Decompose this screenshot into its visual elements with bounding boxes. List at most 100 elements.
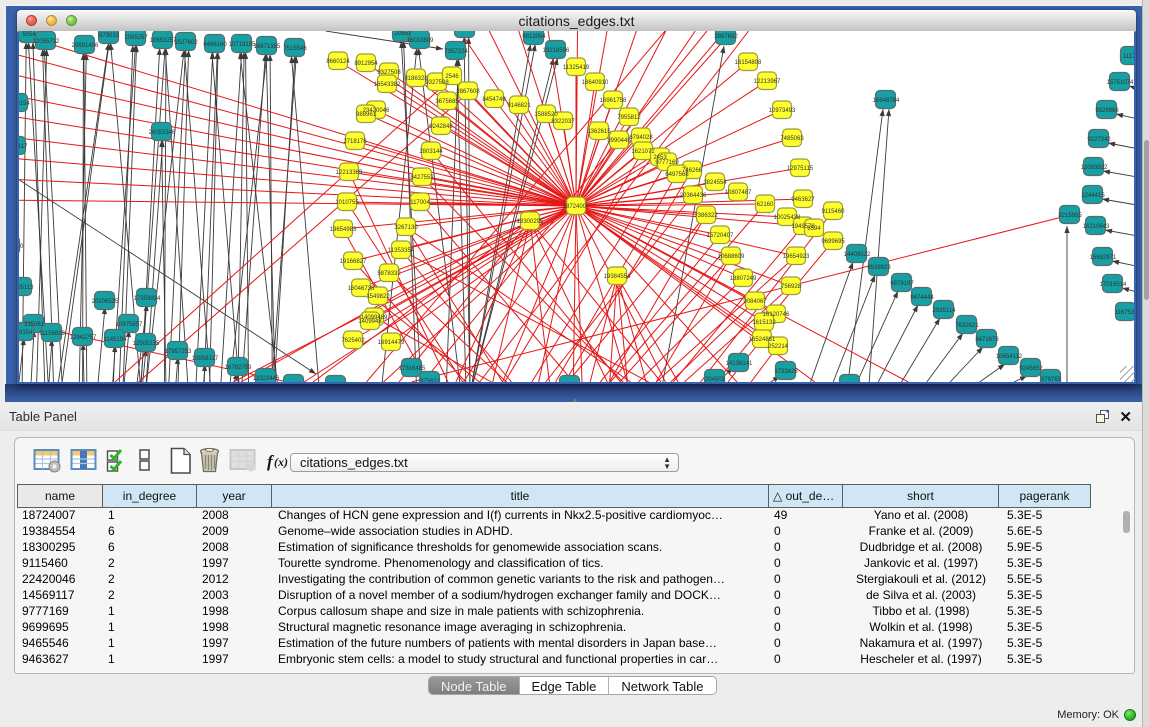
svg-text:10654112: 10654112 xyxy=(996,354,1023,360)
svg-text:8938923: 8938923 xyxy=(867,265,891,271)
svg-text:2935114: 2935114 xyxy=(933,308,957,314)
svg-text:12093822: 12093822 xyxy=(1081,165,1108,171)
svg-text:1409948: 1409948 xyxy=(358,319,382,325)
svg-text:10025438: 10025438 xyxy=(774,215,801,221)
svg-text:9474444: 9474444 xyxy=(910,295,934,301)
svg-text:17316485: 17316485 xyxy=(399,366,426,372)
svg-text:988961: 988961 xyxy=(356,112,377,118)
svg-text:8912954: 8912954 xyxy=(354,61,378,67)
svg-text:10958117: 10958117 xyxy=(192,356,219,362)
svg-text:2887682: 2887682 xyxy=(714,34,738,40)
svg-text:2718176: 2718176 xyxy=(343,139,367,145)
svg-text:12213369: 12213369 xyxy=(336,170,363,176)
svg-text:20364436: 20364436 xyxy=(680,193,707,199)
svg-text:2546: 2546 xyxy=(445,74,459,80)
svg-text:1615132: 1615132 xyxy=(752,320,776,326)
svg-text:11173: 11173 xyxy=(1123,54,1134,60)
svg-text:12323446: 12323446 xyxy=(253,376,280,382)
svg-text:2003154: 2003154 xyxy=(19,101,30,107)
svg-text:1167534: 1167534 xyxy=(1115,310,1134,316)
svg-text:16154808: 16154808 xyxy=(735,60,762,66)
svg-text:1145194: 1145194 xyxy=(104,337,128,343)
svg-text:335061: 335061 xyxy=(24,322,45,328)
svg-text:8813054: 8813054 xyxy=(522,34,546,40)
svg-text:6879197: 6879197 xyxy=(890,281,914,287)
svg-text:9777169: 9777169 xyxy=(655,160,679,166)
svg-text:879763: 879763 xyxy=(1041,377,1062,382)
svg-text:8594: 8594 xyxy=(807,226,821,232)
svg-text:204503: 204503 xyxy=(705,377,726,382)
svg-text:1588520: 1588520 xyxy=(534,112,558,118)
svg-text:19384554: 19384554 xyxy=(604,274,631,280)
svg-text:19218596: 19218596 xyxy=(543,48,570,54)
svg-text:1010755: 1010755 xyxy=(335,200,359,206)
svg-text:16648784: 16648784 xyxy=(873,98,900,104)
svg-text:7485063: 7485063 xyxy=(780,136,804,142)
svg-text:12942757: 12942757 xyxy=(70,335,97,341)
svg-text:16961758: 16961758 xyxy=(600,98,627,104)
svg-text:96021: 96021 xyxy=(457,31,474,33)
svg-text:19166827: 19166827 xyxy=(340,259,367,265)
svg-text:10688609: 10688609 xyxy=(718,254,745,260)
svg-text:11156829: 11156829 xyxy=(39,331,65,337)
svg-text:1733426: 1733426 xyxy=(774,369,798,375)
svg-text:6794028: 6794028 xyxy=(629,135,653,141)
svg-text:252214: 252214 xyxy=(768,344,789,350)
svg-text:16210643: 16210643 xyxy=(1083,224,1110,230)
svg-text:975612: 975612 xyxy=(420,379,441,382)
svg-text:20851: 20851 xyxy=(395,31,412,37)
svg-text:973019: 973019 xyxy=(99,33,120,39)
svg-text:1362615: 1362615 xyxy=(587,129,611,135)
svg-text:15751074: 15751074 xyxy=(1107,80,1134,86)
svg-text:19654923: 19654923 xyxy=(783,254,810,260)
svg-text:16524861: 16524861 xyxy=(749,337,776,343)
svg-text:9084067: 9084067 xyxy=(743,299,767,305)
svg-text:17016514: 17016514 xyxy=(1100,282,1127,288)
svg-text:17359934: 17359934 xyxy=(134,296,161,302)
svg-text:26266920: 26266920 xyxy=(19,244,24,250)
svg-text:5054: 5054 xyxy=(22,32,36,38)
svg-text:16914479: 16914479 xyxy=(378,340,405,346)
svg-text:20206535: 20206535 xyxy=(92,299,119,305)
svg-text:7955812: 7955812 xyxy=(617,115,641,121)
svg-text:18724007: 18724007 xyxy=(563,204,590,210)
svg-text:(x): (x) xyxy=(274,455,288,469)
svg-text:16033809: 16033809 xyxy=(407,38,434,44)
svg-text:1905113: 1905113 xyxy=(19,285,34,291)
svg-text:14136141: 14136141 xyxy=(726,361,753,367)
svg-text:12213967: 12213967 xyxy=(754,79,781,85)
svg-text:9327508: 9327508 xyxy=(425,80,449,86)
svg-text:18640910: 18640910 xyxy=(582,80,609,86)
svg-text:1244415: 1244415 xyxy=(1081,193,1105,199)
svg-text:10807487: 10807487 xyxy=(725,190,752,196)
svg-text:7632621: 7632621 xyxy=(955,323,979,329)
svg-text:9146821: 9146821 xyxy=(507,103,531,109)
svg-text:8322037: 8322037 xyxy=(551,119,575,125)
svg-text:10975857: 10975857 xyxy=(116,322,143,328)
svg-text:3675685: 3675685 xyxy=(435,99,459,105)
svg-text:20691406: 20691406 xyxy=(72,43,99,49)
svg-text:8215955: 8215955 xyxy=(1058,213,1082,219)
svg-text:7515546: 7515546 xyxy=(283,46,307,52)
svg-text:8471676: 8471676 xyxy=(975,337,999,343)
svg-text:756928: 756928 xyxy=(781,284,802,290)
svg-text:9463627: 9463627 xyxy=(791,197,815,203)
svg-text:7625402: 7625402 xyxy=(341,338,365,344)
svg-text:15692971: 15692971 xyxy=(1090,255,1117,261)
svg-text:9245652: 9245652 xyxy=(1019,366,1043,372)
svg-text:8990448: 8990448 xyxy=(607,138,631,144)
svg-text:117004: 117004 xyxy=(410,200,430,206)
svg-text:16782759: 16782759 xyxy=(225,365,252,371)
svg-text:9329966: 9329966 xyxy=(1095,108,1119,114)
svg-text:16671355: 16671355 xyxy=(254,44,281,50)
svg-text:10973493: 10973493 xyxy=(769,108,796,114)
svg-text:12055712: 12055712 xyxy=(33,39,60,45)
svg-text:7357224: 7357224 xyxy=(444,49,468,55)
svg-text:16543382: 16543382 xyxy=(374,82,401,88)
svg-text:5878332: 5878332 xyxy=(377,271,401,277)
svg-text:3267130: 3267130 xyxy=(394,225,418,231)
svg-text:12975115: 12975115 xyxy=(787,166,814,172)
svg-text:16120746: 16120746 xyxy=(763,312,790,318)
svg-text:9327508: 9327508 xyxy=(377,70,401,76)
svg-text:14409522: 14409522 xyxy=(844,252,871,258)
